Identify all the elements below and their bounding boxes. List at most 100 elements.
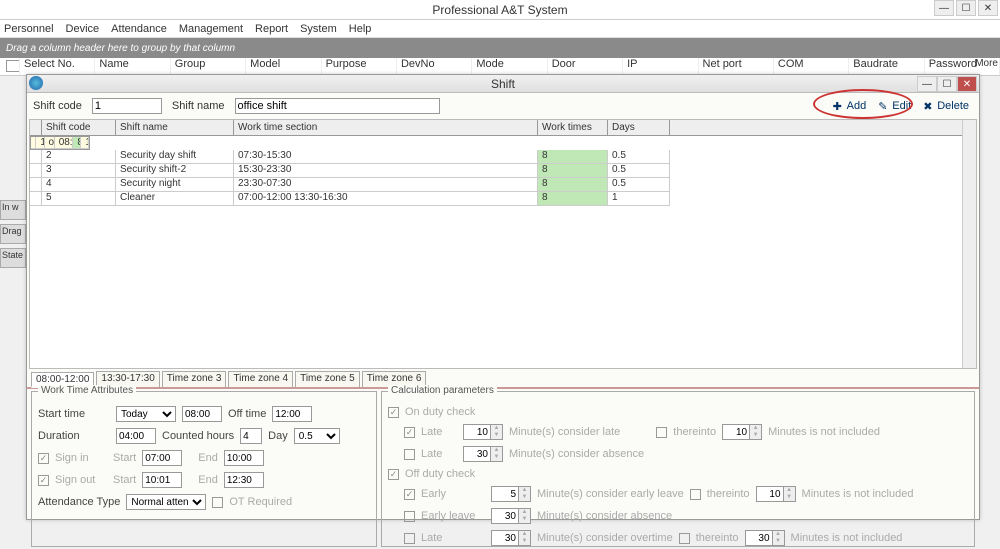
ot-required-label: OT Required (229, 496, 292, 508)
header-ip[interactable]: IP (623, 58, 698, 75)
tab-timezone-5[interactable]: Time zone 5 (295, 371, 360, 387)
timezone-tabs: 08:00-12:0013:30-17:30Time zone 3Time zo… (27, 371, 979, 389)
tab-timezone-3[interactable]: Time zone 3 (162, 371, 227, 387)
shift-row[interactable]: 4Security night23:30-07:3080.5 (30, 178, 962, 192)
shift-titlebar: Shift — ☐ ✕ (27, 75, 979, 93)
shift-code-label: Shift code (33, 100, 82, 112)
attendance-type-select[interactable]: Normal atten (126, 494, 206, 510)
add-icon: ✚ (833, 100, 845, 112)
group-by-bar[interactable]: Drag a column header here to group by th… (0, 38, 1000, 58)
more-columns[interactable]: More (975, 58, 998, 69)
grid-header: Shift code Shift name Work time section … (30, 120, 962, 136)
off-time-label: Off time (228, 408, 266, 420)
early-checkbox[interactable] (404, 489, 415, 500)
header-group[interactable]: Group (171, 58, 246, 75)
side-panel-drag[interactable]: Drag (0, 224, 26, 244)
notinc1-spin[interactable] (722, 424, 750, 440)
shift-maximize-icon[interactable]: ☐ (937, 76, 957, 92)
main-titlebar: Professional A&T System — ☐ ✕ (0, 0, 1000, 20)
signin-checkbox[interactable] (38, 453, 49, 464)
late2-checkbox[interactable] (404, 449, 415, 460)
header-select-no-[interactable]: Select No. (20, 58, 95, 75)
shift-name-label: Shift name (172, 100, 225, 112)
shift-grid: Shift code Shift name Work time section … (29, 119, 977, 369)
counted-hours-input[interactable] (240, 428, 262, 444)
thereinto1-checkbox[interactable] (656, 427, 667, 438)
shift-row[interactable]: 3Security shift-215:30-23:3080.5 (30, 164, 962, 178)
late3-spin[interactable] (491, 530, 519, 546)
off-time-input[interactable] (272, 406, 312, 422)
header-devno[interactable]: DevNo (397, 58, 472, 75)
day-select[interactable]: 0.5 (294, 428, 340, 444)
notinc2-spin[interactable] (756, 486, 784, 502)
duration-label: Duration (38, 430, 110, 442)
shift-toolbar: Shift code Shift name ✚Add ✎Edit ✖Delete (27, 93, 979, 119)
late2-spin[interactable] (463, 446, 491, 462)
shift-row[interactable]: 2Security day shift07:30-15:3080.5 (30, 150, 962, 164)
onduty-checkbox[interactable] (388, 407, 399, 418)
start-time-input[interactable] (182, 406, 222, 422)
shift-title: Shift (491, 77, 515, 91)
shift-row[interactable]: 5Cleaner07:00-12:00 13:30-16:3081 (30, 192, 962, 206)
side-panel-state[interactable]: State (0, 248, 26, 268)
shift-minimize-icon[interactable]: — (917, 76, 937, 92)
shift-window: Shift — ☐ ✕ Shift code Shift name ✚Add ✎… (26, 74, 980, 520)
thereinto2-checkbox[interactable] (690, 489, 701, 500)
minimize-icon[interactable]: — (934, 0, 954, 16)
signout-checkbox[interactable] (38, 475, 49, 486)
menu-report[interactable]: Report (255, 23, 288, 35)
maximize-icon[interactable]: ☐ (956, 0, 976, 16)
notinc3-spin[interactable] (745, 530, 773, 546)
signout-start-input[interactable] (142, 472, 182, 488)
menu-management[interactable]: Management (179, 23, 243, 35)
menu-device[interactable]: Device (66, 23, 100, 35)
start-day-select[interactable]: Today (116, 406, 176, 422)
tab-timezone-4[interactable]: Time zone 4 (228, 371, 293, 387)
header-model[interactable]: Model (246, 58, 321, 75)
header-net-port[interactable]: Net port (699, 58, 774, 75)
header-com[interactable]: COM (774, 58, 849, 75)
header-mode[interactable]: Mode (472, 58, 547, 75)
add-button[interactable]: ✚Add (829, 98, 871, 114)
duration-input[interactable] (116, 428, 156, 444)
early-spin[interactable] (491, 486, 519, 502)
start-time-label: Start time (38, 408, 110, 420)
delete-icon: ✖ (923, 100, 935, 112)
menu-attendance[interactable]: Attendance (111, 23, 167, 35)
shift-app-icon (29, 76, 43, 90)
thereinto3-checkbox[interactable] (679, 533, 690, 544)
shift-code-input[interactable] (92, 98, 162, 114)
late1-checkbox[interactable] (404, 427, 415, 438)
delete-button[interactable]: ✖Delete (919, 98, 973, 114)
close-icon[interactable]: ✕ (978, 0, 998, 16)
header-purpose[interactable]: Purpose (322, 58, 397, 75)
signout-end-input[interactable] (224, 472, 264, 488)
late1-spin[interactable] (463, 424, 491, 440)
edit-button[interactable]: ✎Edit (874, 98, 915, 114)
late3-checkbox[interactable] (404, 533, 415, 544)
ot-required-checkbox[interactable] (212, 497, 223, 508)
signout-label: Sign out (55, 474, 107, 486)
side-panel-inw[interactable]: In w (0, 200, 26, 220)
offduty-checkbox[interactable] (388, 469, 399, 480)
shift-name-input[interactable] (235, 98, 440, 114)
menu-system[interactable]: System (300, 23, 337, 35)
shift-row[interactable]: ▶1office shift08:00-12:00 13:30-17:3081 (30, 136, 90, 150)
app-title: Professional A&T System (432, 3, 567, 17)
signin-start-input[interactable] (142, 450, 182, 466)
header-baudrate[interactable]: Baudrate (849, 58, 924, 75)
edit-icon: ✎ (878, 100, 890, 112)
header-name[interactable]: Name (95, 58, 170, 75)
menu-personnel[interactable]: Personnel (4, 23, 54, 35)
attendance-type-label: Attendance Type (38, 496, 120, 508)
earlyleave-spin[interactable] (491, 508, 519, 524)
grid-scrollbar[interactable] (962, 120, 976, 368)
shift-close-icon[interactable]: ✕ (957, 76, 977, 92)
menu-help[interactable]: Help (349, 23, 372, 35)
main-menubar: Personnel Device Attendance Management Repor… (0, 20, 1000, 38)
signin-end-input[interactable] (224, 450, 264, 466)
day-label: Day (268, 430, 288, 442)
counted-hours-label: Counted hours (162, 430, 234, 442)
earlyleave-checkbox[interactable] (404, 511, 415, 522)
header-door[interactable]: Door (548, 58, 623, 75)
